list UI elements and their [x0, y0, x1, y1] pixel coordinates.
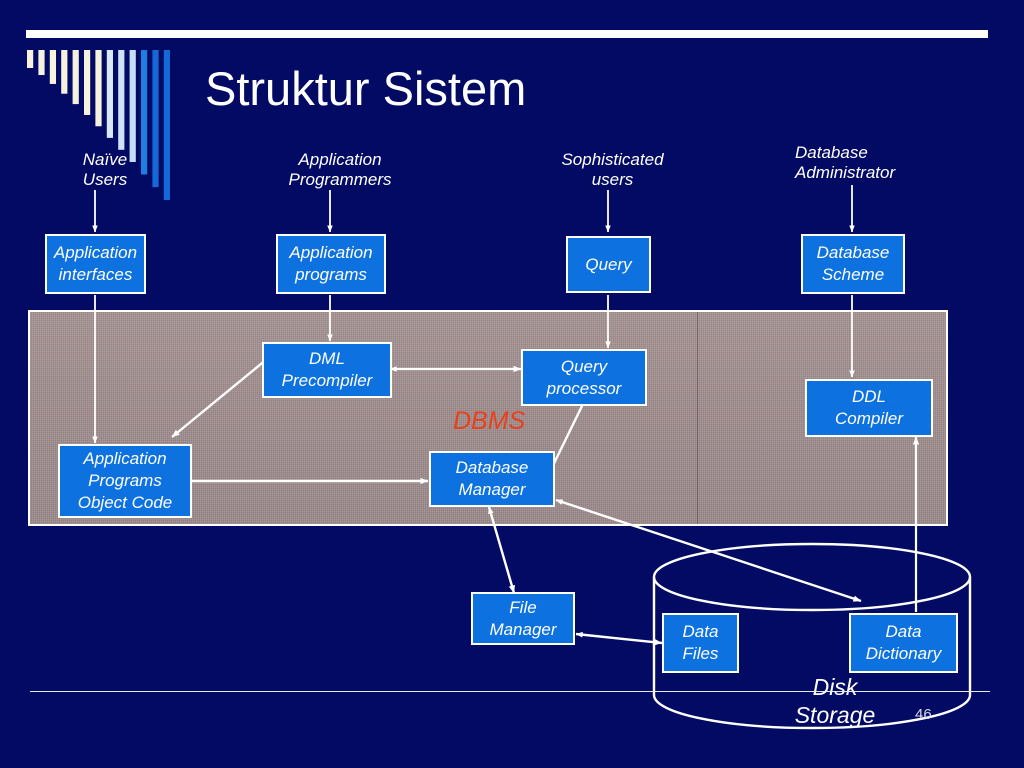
decor-bar-2	[38, 50, 45, 76]
dbms-label: DBMS	[453, 407, 526, 435]
actor-label-database-administrator: Database Administrator	[795, 143, 896, 182]
actor-label-sophisticated-users: Sophisticated users	[561, 150, 664, 189]
decor-bar-6	[84, 50, 91, 115]
page-number: 46	[915, 706, 932, 723]
decor-bar-3	[49, 50, 56, 84]
disk-storage-label: Disk Storage	[794, 674, 876, 728]
node-ddl-compiler[interactable]: DDL Compiler	[805, 379, 933, 437]
decor-bar-7	[95, 50, 102, 127]
node-query[interactable]: Query	[566, 236, 651, 293]
dbms-texture-seam	[697, 312, 698, 524]
footer-rule	[30, 691, 990, 692]
decor-bar-9	[118, 50, 125, 150]
node-dml-precompiler[interactable]: DML Precompiler	[262, 342, 392, 398]
node-data-dictionary[interactable]: Data Dictionary	[849, 613, 958, 673]
decor-bar-5	[72, 50, 79, 105]
node-data-files[interactable]: Data Files	[662, 613, 739, 673]
slide-canvas: Struktur Sistem Naïve Users Application …	[0, 0, 1024, 768]
decor-bar-1	[27, 50, 34, 68]
actor-label-naive-users: Naïve Users	[82, 150, 128, 189]
decor-bar-8	[106, 50, 113, 138]
node-application-programs[interactable]: Application programs	[276, 234, 386, 294]
node-query-processor[interactable]: Query processor	[521, 349, 647, 406]
node-database-scheme[interactable]: Database Scheme	[801, 234, 905, 294]
decor-bar-4	[61, 50, 68, 94]
decor-bar-10	[129, 50, 136, 162]
node-application-programs-object-code[interactable]: Application Programs Object Code	[58, 444, 192, 518]
node-file-manager[interactable]: File Manager	[471, 592, 575, 645]
node-database-manager[interactable]: Database Manager	[429, 451, 555, 507]
page-title: Struktur Sistem	[205, 62, 527, 115]
actor-label-application-programmers: Application Programmers	[288, 150, 392, 189]
node-application-interfaces[interactable]: Application interfaces	[45, 234, 146, 294]
